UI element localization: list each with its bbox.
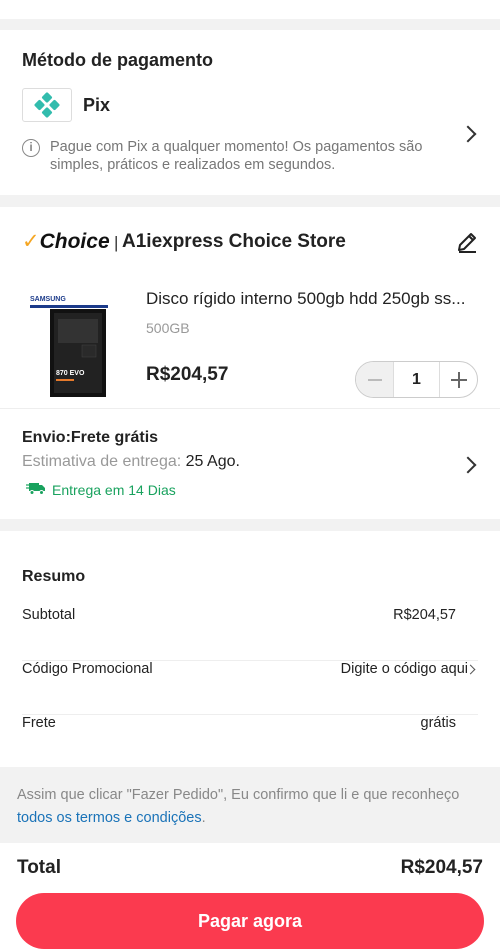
summary-title: Resumo: [22, 568, 86, 585]
shipping-chevron-icon[interactable]: [459, 456, 477, 474]
quantity-stepper: 1: [355, 361, 478, 398]
product-title[interactable]: Disco rígido interno 500gb hdd 250gb ss.…: [146, 289, 465, 309]
payment-method-title: Método de pagamento: [22, 50, 214, 70]
promo-code-row[interactable]: Código Promocional Digite o código aqui: [22, 661, 478, 715]
pay-now-button[interactable]: Pagar agora: [16, 893, 484, 949]
product-image-brand: SAMSUNG: [30, 296, 66, 303]
divider: [0, 408, 500, 409]
plus-icon[interactable]: [439, 362, 477, 397]
payment-method-name: Pix: [83, 95, 111, 115]
previous-section-edge: [0, 0, 500, 19]
shipping-title: Envio:Frete grátis: [22, 429, 159, 446]
fast-delivery-badge: Entrega em 14 Dias: [26, 481, 176, 498]
subtotal-row: Subtotal R$204,57: [22, 607, 478, 661]
subtotal-value: R$204,57: [393, 607, 456, 623]
total-value: R$204,57: [400, 857, 483, 878]
promo-code-label: Código Promocional: [22, 661, 153, 677]
pix-icon: [22, 88, 72, 122]
subtotal-label: Subtotal: [22, 607, 76, 623]
minus-icon[interactable]: [356, 362, 394, 397]
terms-link[interactable]: todos os termos e condições: [17, 810, 202, 826]
summary-card: Resumo Subtotal R$204,57 Código Promocio…: [0, 531, 500, 767]
truck-icon: [26, 481, 46, 498]
product-variant[interactable]: 500GB: [146, 320, 190, 336]
store-card: ✓Choice | A1iexpress Choice Store SAMSUN…: [0, 207, 500, 519]
store-separator: |: [114, 233, 119, 252]
shipping-cost-label: Frete: [22, 715, 56, 731]
choice-badge: ✓Choice: [22, 230, 110, 253]
shipping-cost-value: grátis: [420, 715, 456, 731]
delivery-estimate: Estimativa de entrega: 25 Ago.: [22, 453, 240, 470]
total-label: Total: [17, 857, 61, 878]
store-name[interactable]: A1iexpress Choice Store: [122, 231, 346, 253]
edit-icon[interactable]: [456, 231, 478, 258]
info-icon: i: [22, 139, 40, 157]
product-image-model: 870 EVO: [56, 370, 85, 377]
quantity-value[interactable]: 1: [394, 371, 439, 389]
chevron-right-icon[interactable]: [459, 125, 477, 143]
payment-method-card[interactable]: Método de pagamento Pix i Pague com Pix …: [0, 30, 500, 195]
terms-notice: Assim que clicar "Fazer Pedido", Eu conf…: [17, 787, 460, 826]
promo-code-input[interactable]: Digite o código aqui: [341, 661, 468, 677]
product-image[interactable]: SAMSUNG 870 EVO: [26, 289, 114, 399]
payment-info-text: Pague com Pix a qualquer momento! Os pag…: [50, 139, 423, 173]
product-price: R$204,57: [146, 364, 229, 385]
checkout-footer: Total R$204,57 Pagar agora: [0, 843, 500, 949]
shipping-cost-row: Frete grátis: [22, 715, 478, 769]
